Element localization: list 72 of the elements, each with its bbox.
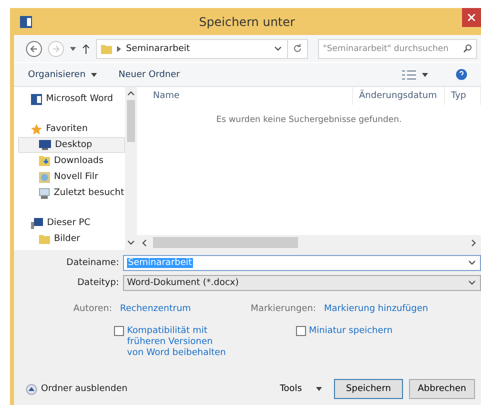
sidebar-item[interactable]: Zuletzt besucht — [18, 185, 126, 201]
checkbox-label[interactable]: Kompatibilität mit früheren Versionen von Word beibehalten — [127, 326, 226, 359]
checkbox[interactable] — [114, 326, 124, 336]
save-button[interactable]: Speichern — [334, 379, 403, 399]
address-path: Seminararbeit — [126, 44, 191, 54]
checkbox[interactable] — [296, 326, 306, 336]
back-arrow-icon — [30, 44, 38, 52]
checkbox-label[interactable]: Miniatur speichern — [308, 326, 393, 337]
sidebar-item[interactable]: Novell Filr — [18, 169, 126, 185]
folder-download-icon — [39, 156, 50, 166]
close-button[interactable] — [462, 8, 481, 27]
sidebar-item[interactable]: Microsoft Word — [18, 91, 126, 107]
computer-icon — [31, 218, 43, 228]
collapse-icon — [26, 384, 37, 394]
address-field[interactable]: Seminararbeit — [96, 38, 308, 58]
word-logo-icon — [20, 16, 32, 28]
filetype-dropdown[interactable]: Word-Dokument (*.docx) — [123, 274, 481, 290]
disc-icon — [39, 172, 50, 182]
window-title: Speichern unter — [198, 14, 296, 28]
caret-icon — [468, 258, 476, 266]
up-arrow-icon — [82, 44, 90, 54]
folder-icon — [101, 44, 112, 54]
chevron-icon — [117, 46, 121, 52]
monitor-icon — [39, 140, 51, 150]
search-field[interactable]: "Seminararbeit" durchsuchen — [318, 38, 477, 58]
scroll-right-icon — [469, 238, 477, 246]
field-label: Markierungen: — [250, 304, 317, 314]
new-folder-button[interactable]: Neuer Ordner — [118, 70, 180, 80]
caret-icon — [422, 72, 428, 76]
search-icon — [463, 44, 472, 53]
column-header[interactable]: Name — [137, 87, 353, 105]
caret-icon — [316, 387, 322, 391]
word-logo-icon — [31, 94, 42, 104]
caret-icon — [468, 278, 476, 286]
caret-icon — [90, 72, 97, 76]
back-button[interactable] — [26, 40, 42, 56]
caret-icon — [274, 44, 282, 52]
recent-places-icon — [39, 188, 50, 198]
sidebar-item[interactable]: Dieser PC — [18, 215, 126, 231]
history-dropdown-button[interactable] — [70, 46, 76, 50]
column-header[interactable]: Typ — [445, 87, 481, 105]
column-header[interactable]: Änderungsdatum — [353, 87, 445, 105]
help-icon[interactable] — [456, 69, 467, 80]
close-icon — [468, 14, 475, 21]
caret-icon — [70, 46, 76, 50]
field-label: Dateityp: — [76, 278, 120, 288]
scroll-left-icon — [141, 238, 149, 246]
sidebar-item[interactable]: Desktop — [18, 137, 126, 153]
authors-link[interactable]: Rechenzentrum — [120, 304, 240, 314]
scroll-down-icon — [127, 239, 136, 247]
field-label: Autoren: — [72, 304, 113, 314]
refresh-icon — [293, 44, 302, 53]
sidebar-item[interactable]: Bilder — [18, 231, 126, 247]
cancel-button[interactable]: Abbrechen — [409, 379, 475, 399]
field-label: Dateiname: — [65, 258, 120, 268]
tools-menu-button[interactable]: Tools — [280, 384, 322, 394]
add-tag-link[interactable]: Markierung hinzufügen — [324, 304, 428, 314]
organize-menu-button[interactable]: Organisieren — [28, 70, 97, 80]
star-icon — [31, 124, 42, 134]
scrollbar-thumb[interactable] — [127, 100, 136, 142]
vertical-scrollbar[interactable] — [125, 87, 137, 250]
scroll-up-icon — [127, 90, 136, 98]
empty-message: Es wurden keine Suchergebnisse gefunden. — [215, 115, 403, 125]
folder-icon — [39, 234, 50, 244]
scrollbar-thumb[interactable] — [153, 237, 298, 248]
forward-arrow-icon — [52, 44, 60, 52]
view-dropdown-button[interactable] — [422, 72, 428, 76]
hide-folders-button[interactable]: Ordner ausblenden — [26, 384, 128, 394]
view-options-icon[interactable] — [402, 70, 416, 80]
sidebar-item[interactable]: Favoriten — [18, 121, 126, 137]
up-button[interactable] — [82, 44, 90, 54]
sidebar-item[interactable]: Downloads — [18, 153, 126, 169]
